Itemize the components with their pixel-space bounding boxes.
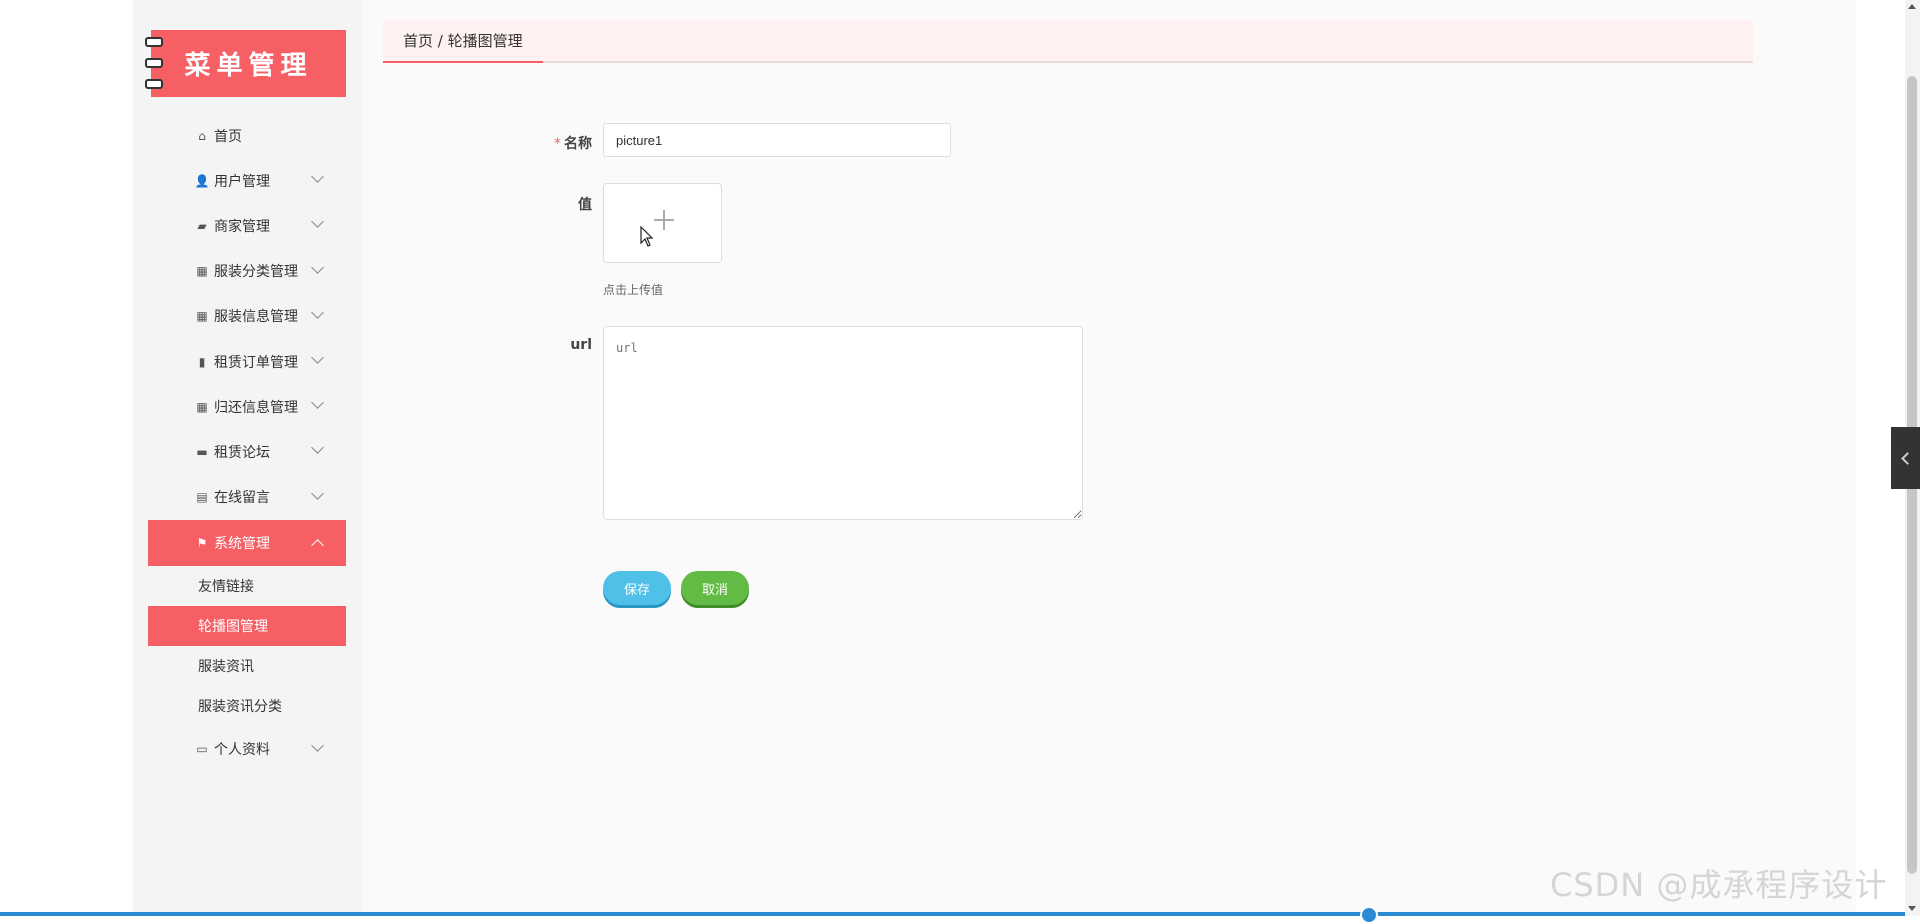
sidebar-item-label: 归还信息管理 [214,399,298,416]
sidebar-subitem-news-categories[interactable]: 服装资讯分类 [148,686,346,726]
grid-icon: ▦ [196,309,208,324]
chevron-down-icon [311,486,324,500]
sidebar-item-label: 个人资料 [214,742,270,759]
sidebar-subitem-clothing-news[interactable]: 服装资讯 [148,646,346,686]
sidebar-menu: ⌂ 首页 👤 用户管理 ▰ 商家管理 ▦ 服装分类管理 ▦ 服装信息管理 ▮ 租… [148,113,346,772]
sidebar-item-label: 租赁论坛 [214,444,270,461]
sidebar-item-users[interactable]: 👤 用户管理 [148,158,346,203]
breadcrumb[interactable]: 首页 / 轮播图管理 [383,20,543,63]
progress-handle[interactable] [1360,906,1378,924]
sidebar-item-label: 服装分类管理 [214,264,298,281]
chevron-down-icon [311,441,324,455]
grid-icon: ▦ [196,399,208,414]
binder-ring-icon [145,37,163,47]
chevron-down-icon [311,305,324,319]
mouse-cursor-icon [640,226,654,247]
sidebar-item-rental-orders[interactable]: ▮ 租赁订单管理 [148,339,346,384]
sidebar-item-forum[interactable]: ▬ 租赁论坛 [148,429,346,474]
sidebar-item-merchants[interactable]: ▰ 商家管理 [148,203,346,248]
chevron-down-icon [311,260,324,274]
logo-text: 菜单管理 [184,51,313,81]
chevron-left-icon [1901,451,1914,465]
grid-icon: ▦ [196,264,208,279]
user-icon: 👤 [194,173,210,188]
sidebar-item-system[interactable]: ⚑ 系统管理 [148,519,346,566]
sidebar-subitem-friend-links[interactable]: 友情链接 [148,566,346,606]
sidebar-item-label: 租赁订单管理 [214,354,298,371]
sidebar-logo: 菜单管理 [151,30,346,97]
binder-ring-icon [145,79,163,89]
sidebar-subitem-carousel[interactable]: 轮播图管理 [148,605,346,646]
sidebar-item-messages[interactable]: ▤ 在线留言 [148,475,346,520]
chevron-down-icon [311,170,324,184]
binder-ring-icon [145,58,163,68]
url-label: url [570,337,592,353]
sidebar-item-profile[interactable]: ▭ 个人资料 [148,727,346,772]
chevron-down-icon [311,738,324,752]
chevron-down-icon [311,351,324,364]
sidebar-item-returns[interactable]: ▦ 归还信息管理 [148,384,346,429]
bar-chart-icon: ▮ [198,354,206,369]
chevron-down-icon [311,396,324,409]
save-button[interactable]: 保存 [603,571,671,605]
sidebar-item-label: 在线留言 [214,490,270,507]
scroll-up-icon[interactable] [1908,4,1916,9]
chevron-down-icon [311,215,324,229]
required-mark: * [554,136,561,152]
progress-line [0,912,1905,916]
sidebar-item-label: 商家管理 [214,218,270,235]
cancel-button[interactable]: 取消 [681,571,749,605]
collapse-panel-button[interactable] [1891,427,1920,489]
scroll-down-icon[interactable] [1908,906,1916,911]
wallet-icon: ▰ [197,218,207,233]
sidebar-item-clothing-info[interactable]: ▦ 服装信息管理 [148,294,346,339]
id-card-icon: ▭ [196,742,208,757]
watermark: CSDN @成承程序设计 [1550,866,1888,904]
sidebar-item-label: 系统管理 [214,535,270,552]
breadcrumb-bar: 首页 / 轮播图管理 [383,20,1753,63]
sidebar-item-home[interactable]: ⌂ 首页 [148,113,346,158]
chevron-up-icon [311,538,324,552]
monitor-icon: ▬ [196,444,208,459]
name-label: * 名称 [554,136,592,152]
sidebar-item-label: 用户管理 [214,173,270,190]
upload-hint: 点击上传值 [603,283,664,297]
url-textarea[interactable] [603,326,1083,520]
clipboard-icon: ▤ [196,490,208,505]
sidebar-item-label: 首页 [214,128,242,145]
flag-icon: ⚑ [196,535,208,550]
sidebar-item-clothing-categories[interactable]: ▦ 服装分类管理 [148,249,346,294]
sidebar-item-label: 服装信息管理 [214,309,298,326]
name-field[interactable] [603,123,951,157]
value-label: 值 [578,197,592,213]
image-upload-button[interactable] [603,183,722,263]
home-icon: ⌂ [198,128,206,143]
plus-icon [654,210,674,230]
